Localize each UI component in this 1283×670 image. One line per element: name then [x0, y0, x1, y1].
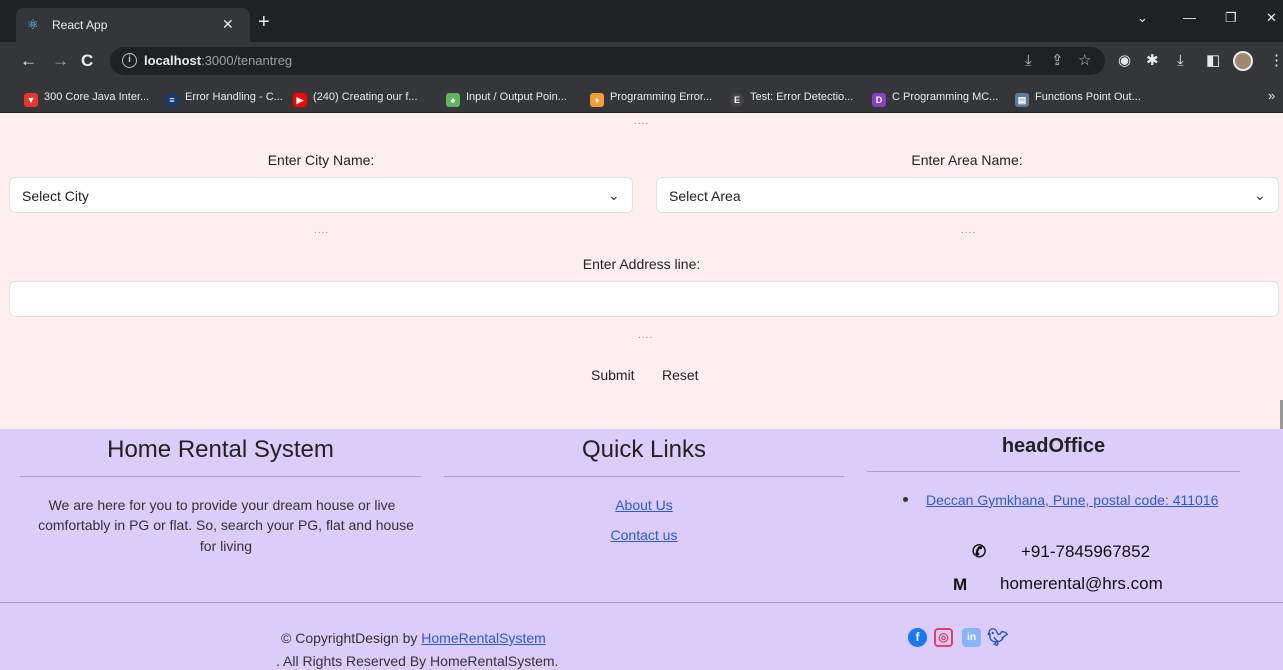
linkedin-icon[interactable]: in — [962, 628, 981, 647]
youtube-icon: ▶ — [293, 93, 307, 107]
facebook-icon[interactable]: f — [908, 628, 927, 647]
footer: Home Rental System We are here for you t… — [0, 429, 1283, 670]
separator: .... — [961, 225, 977, 236]
bookmark-star-icon[interactable]: ☆ — [1078, 52, 1091, 70]
email-address: homerental@hrs.com — [1000, 574, 1163, 593]
url-path: :3000/tenantreg — [201, 53, 293, 68]
back-icon[interactable]: ← — [20, 51, 37, 71]
footer-brand-text: for living — [199, 538, 253, 554]
extensions-puzzle-icon[interactable]: ✱ — [1146, 52, 1159, 70]
footer-office-title: headOffice — [1001, 435, 1106, 457]
bookmark-label: Error Handling - C... — [185, 91, 283, 103]
install-app-icon[interactable]: ⤓ — [1025, 52, 1032, 70]
bookmark-label: (240) Creating our f... — [313, 91, 418, 103]
bookmark-label: Functions Point Out... — [1035, 91, 1141, 103]
address-bar[interactable]: i localhost:3000/tenantreg ⤓ ⇪ ☆ — [110, 47, 1105, 75]
separator: .... — [638, 330, 654, 341]
url-host: localhost — [144, 53, 202, 68]
divider — [867, 471, 1240, 472]
bookmark-label: Test: Error Detectio... — [750, 91, 854, 103]
profile-avatar[interactable] — [1233, 51, 1253, 71]
divider — [0, 602, 1283, 603]
city-select-value: Select City — [22, 188, 89, 204]
close-tab-icon[interactable]: ✕ — [222, 16, 234, 32]
copyright-text: © CopyrightDesign by HomeRentalSystem — [281, 629, 546, 647]
footer-brand-title: Home Rental System — [107, 436, 334, 463]
bookmark-item[interactable]: ≡ Error Handling - C... — [165, 89, 283, 107]
copyright-link[interactable]: HomeRentalSystem — [421, 630, 546, 646]
office-address-link[interactable]: Deccan Gymkhana, Pune, postal code: 4110… — [926, 491, 1218, 509]
restore-icon[interactable]: ❐ — [1225, 10, 1237, 26]
area-label: Enter Area Name: — [911, 152, 1023, 168]
instagram-icon[interactable]: ◎ — [934, 628, 953, 647]
extension-icon[interactable]: ◉ — [1118, 52, 1131, 70]
menu-icon[interactable]: ⋮ — [1269, 52, 1283, 70]
bookmark-label: Programming Error... — [610, 91, 713, 103]
phone-icon: ✆ — [972, 542, 987, 561]
reload-icon[interactable]: C — [81, 51, 93, 71]
download-icon[interactable]: ⤓ — [1177, 52, 1184, 70]
browser-tab-strip: ⚛ React App ✕ + ⌄ — ❐ ✕ — [0, 0, 1283, 42]
twitter-icon[interactable]: 🐦︎ — [987, 628, 1009, 647]
browser-tab[interactable]: ⚛ React App ✕ — [16, 8, 250, 42]
browser-toolbar: ← → C i localhost:3000/tenantreg ⤓ ⇪ ☆ ◉… — [0, 42, 1283, 80]
city-select[interactable]: Select City ⌄ — [9, 177, 633, 213]
bookmark-item[interactable]: E Test: Error Detectio... — [730, 89, 854, 107]
bookmark-item[interactable]: ▤ Functions Point Out... — [1015, 89, 1141, 107]
area-select-value: Select Area — [669, 188, 741, 204]
bookmark-label: 300 Core Java Inter... — [44, 91, 150, 103]
separator: .... — [314, 225, 330, 236]
share-icon[interactable]: ⇪ — [1051, 52, 1064, 70]
footer-links-title: Quick Links — [581, 436, 707, 463]
area-select[interactable]: Select Area ⌄ — [656, 177, 1279, 213]
rights-text: . All Rights Reserved By HomeRentalSyste… — [276, 653, 559, 669]
reset-button[interactable]: Reset — [662, 366, 699, 384]
divider — [444, 476, 844, 477]
bookmark-favicon-icon: ♠ — [446, 93, 460, 107]
footer-brand-text: comfortably in PG or flat. So, search yo… — [38, 517, 414, 533]
about-us-link[interactable]: About Us — [444, 496, 844, 514]
bookmark-favicon-icon: ▼ — [24, 93, 38, 107]
bullet — [903, 497, 908, 502]
new-tab-icon[interactable]: + — [258, 12, 270, 32]
registration-form: .... Enter City Name: Enter Area Name: S… — [0, 113, 1283, 429]
bookmark-label: C Programming MC... — [892, 91, 999, 103]
bookmarks-bar: ▼ 300 Core Java Inter... ≡ Error Handling … — [0, 80, 1283, 113]
chevron-down-icon: ⌄ — [1254, 187, 1266, 203]
forward-icon[interactable]: → — [52, 51, 69, 71]
city-label: Enter City Name: — [267, 152, 375, 168]
site-info-icon[interactable]: i — [122, 53, 137, 68]
tab-title: React App — [52, 18, 108, 32]
bookmark-favicon-icon: D — [872, 93, 886, 107]
address-input[interactable] — [9, 281, 1279, 317]
copyright-prefix: © CopyrightDesign by — [281, 630, 422, 646]
bookmark-label: Input / Output Poin... — [466, 91, 567, 103]
tab-search-icon[interactable]: ⌄ — [1137, 10, 1148, 26]
side-panel-icon[interactable]: ◧ — [1206, 52, 1220, 70]
phone-number: +91-7845967852 — [1021, 542, 1151, 561]
bookmark-item[interactable]: ♦ Programming Error... — [590, 89, 713, 107]
bookmark-item[interactable]: ▼ 300 Core Java Inter... — [24, 89, 150, 107]
close-window-icon[interactable]: ✕ — [1266, 10, 1277, 26]
contact-us-link[interactable]: Contact us — [444, 526, 844, 544]
more-bookmarks-icon[interactable]: » — [1268, 88, 1275, 104]
bookmark-item[interactable]: D C Programming MC... — [872, 89, 999, 107]
bookmark-favicon-icon: ≡ — [165, 93, 179, 107]
chevron-down-icon: ⌄ — [608, 187, 620, 203]
bookmark-favicon-icon: E — [730, 93, 744, 107]
address-label: Enter Address line: — [582, 256, 701, 272]
bookmark-item[interactable]: ▶ (240) Creating our f... — [293, 89, 418, 107]
bookmark-favicon-icon: ▤ — [1015, 93, 1029, 107]
submit-button[interactable]: Submit — [591, 366, 635, 384]
react-icon: ⚛ — [27, 17, 39, 32]
minimize-icon[interactable]: — — [1183, 10, 1196, 26]
separator: .... — [634, 116, 650, 127]
gmail-icon: M — [953, 575, 968, 594]
footer-brand-text: We are here for you to provide your drea… — [48, 497, 396, 513]
divider — [20, 476, 421, 477]
bookmark-item[interactable]: ♠ Input / Output Poin... — [446, 89, 567, 107]
url-text: localhost:3000/tenantreg — [144, 53, 292, 69]
bookmark-favicon-icon: ♦ — [590, 93, 604, 107]
